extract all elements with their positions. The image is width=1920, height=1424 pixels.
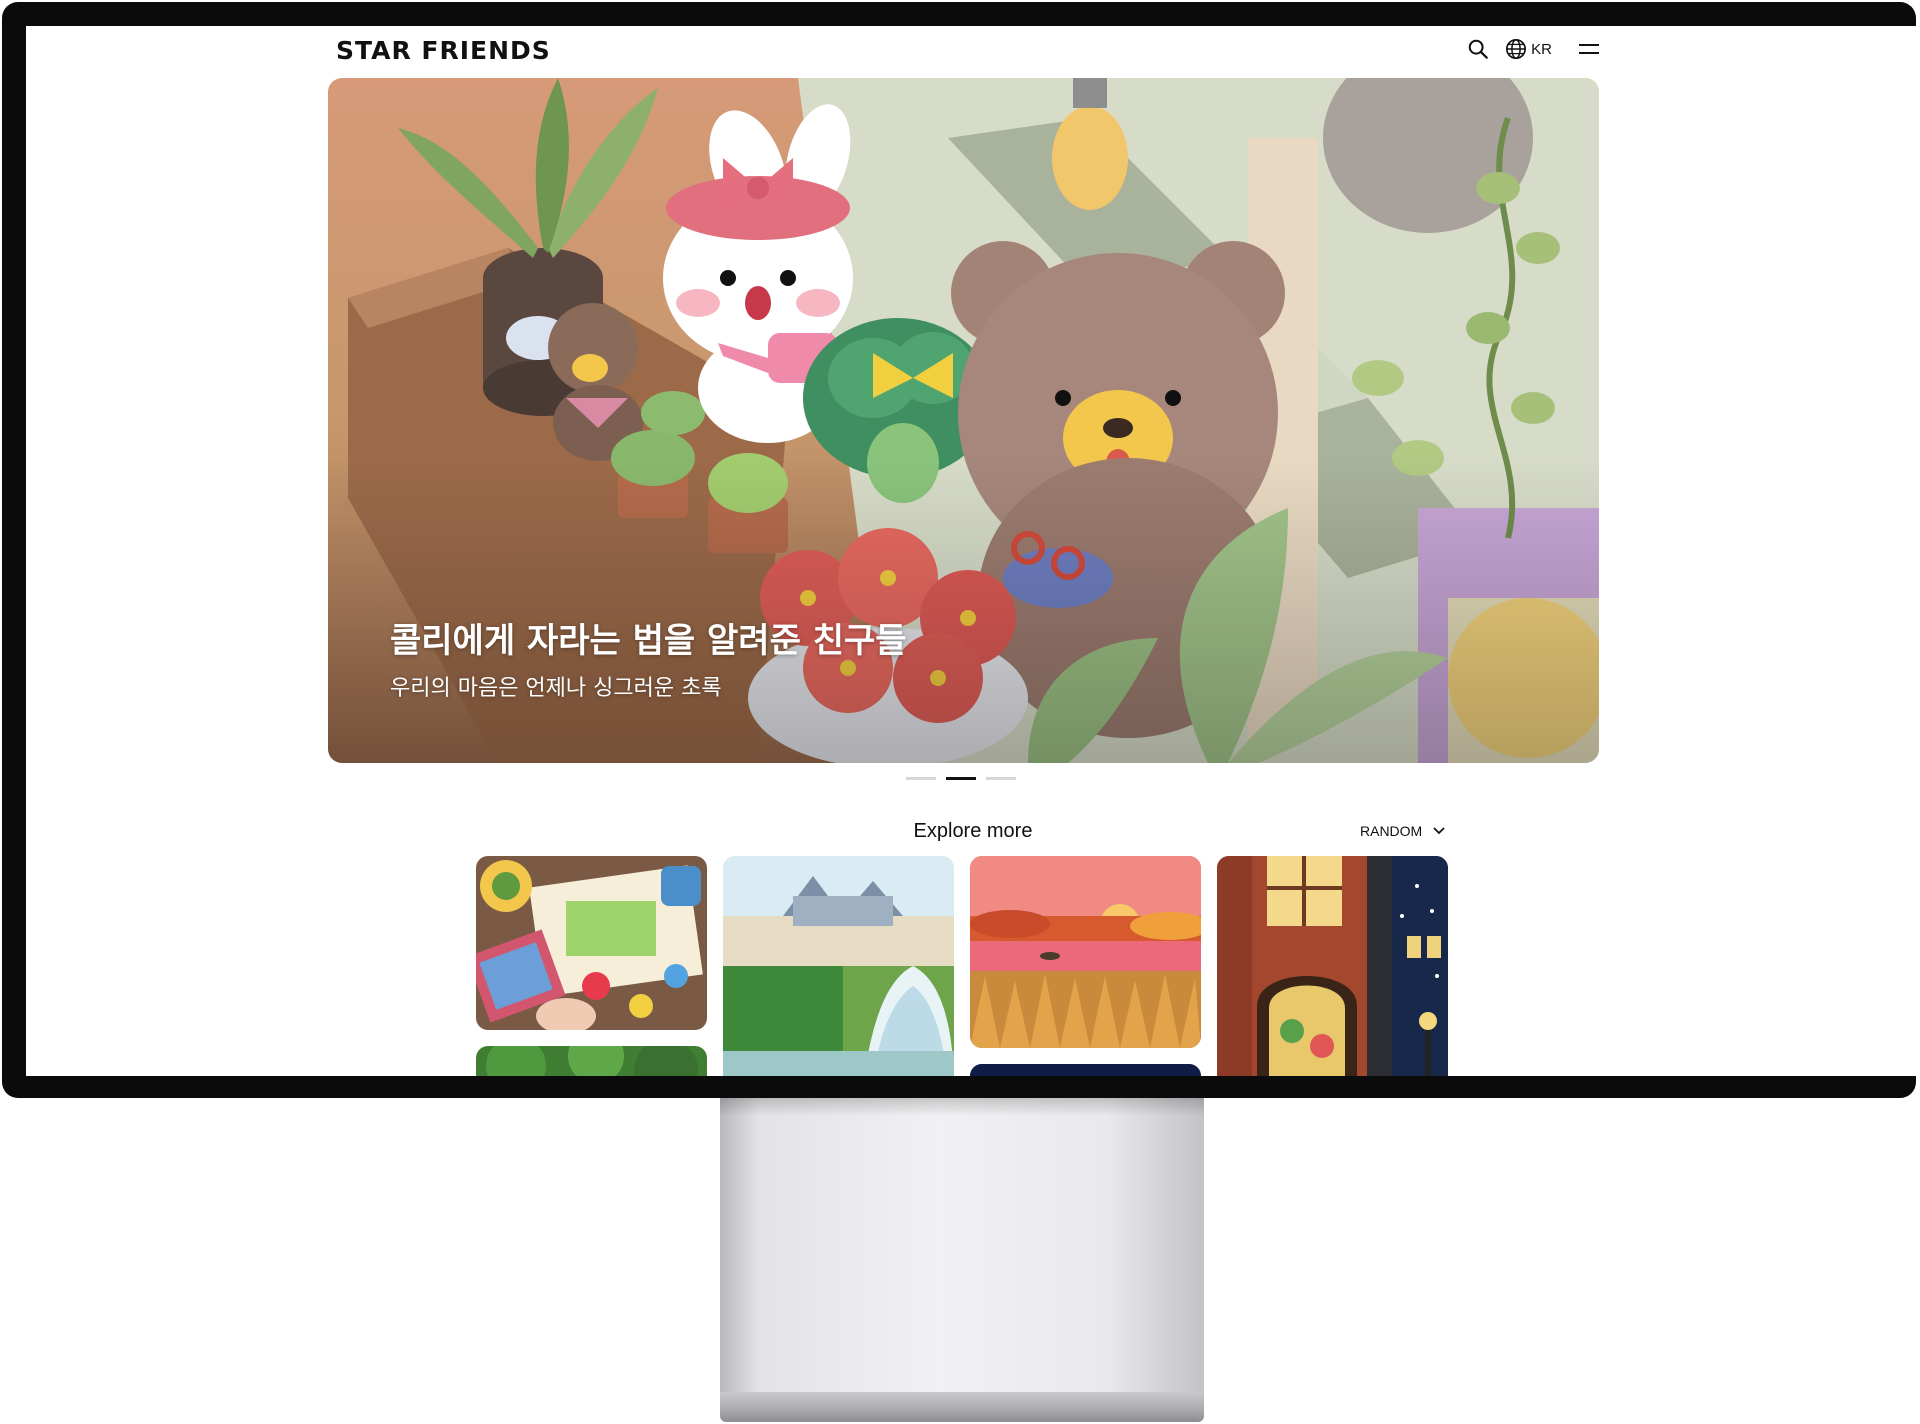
- card-illustration-winter-house: [1217, 856, 1448, 1076]
- language-label: KR: [1531, 40, 1552, 58]
- monitor-stand: [720, 1098, 1204, 1398]
- menu-icon: [1579, 44, 1599, 54]
- card-illustration-night-sky: [970, 1064, 1201, 1076]
- gallery-card[interactable]: [723, 856, 954, 1076]
- hero-subtitle: 우리의 마음은 언제나 싱그러운 초록: [390, 676, 722, 701]
- stand-shadow: [720, 1098, 1204, 1116]
- header-actions: KR: [1467, 38, 1600, 60]
- page: STAR FRIENDS KR 콜리에게 자라는 법을 알려준 친구들 우리의 …: [0, 0, 1920, 1424]
- gallery-card[interactable]: [1217, 856, 1448, 1076]
- hero-caption: 콜리에게 자라는 법을 알려준 친구들 우리의 마음은 언제나 싱그러운 초록: [390, 613, 907, 702]
- card-illustration-desk: [476, 856, 707, 1030]
- monitor-bezel: STAR FRIENDS KR 콜리에게 자라는 법을 알려준 친구들 우리의 …: [2, 2, 1920, 1098]
- search-icon: [1468, 39, 1488, 59]
- hero-title: 콜리에게 자라는 법을 알려준 친구들: [390, 621, 907, 661]
- carousel-indicators: [906, 777, 1016, 780]
- sort-dropdown[interactable]: RANDOM: [1360, 823, 1446, 839]
- search-button[interactable]: [1467, 38, 1489, 60]
- monitor-base: [720, 1392, 1204, 1422]
- hero-banner[interactable]: 콜리에게 자라는 법을 알려준 친구들 우리의 마음은 언제나 싱그러운 초록: [328, 78, 1599, 763]
- card-illustration-forest: [476, 1046, 707, 1076]
- browser-viewport: STAR FRIENDS KR 콜리에게 자라는 법을 알려준 친구들 우리의 …: [26, 26, 1920, 1076]
- sort-label: RANDOM: [1360, 823, 1423, 839]
- globe-icon: [1506, 39, 1527, 59]
- gallery-card[interactable]: [970, 1064, 1201, 1076]
- card-illustration-sunset: [970, 856, 1201, 1048]
- site-logo[interactable]: STAR FRIENDS: [336, 36, 551, 65]
- carousel-dot-1[interactable]: [906, 777, 936, 780]
- gallery-card[interactable]: [476, 1046, 707, 1076]
- chevron-down-icon: [1433, 827, 1445, 835]
- gallery-card[interactable]: [970, 856, 1201, 1048]
- gallery-card[interactable]: [476, 856, 707, 1030]
- explore-heading: Explore more: [913, 820, 1033, 842]
- language-switcher[interactable]: KR: [1505, 38, 1552, 60]
- menu-button[interactable]: [1578, 40, 1600, 58]
- card-illustration-palace: [723, 856, 954, 1076]
- carousel-dot-3[interactable]: [986, 777, 1016, 780]
- carousel-dot-2[interactable]: [946, 777, 976, 780]
